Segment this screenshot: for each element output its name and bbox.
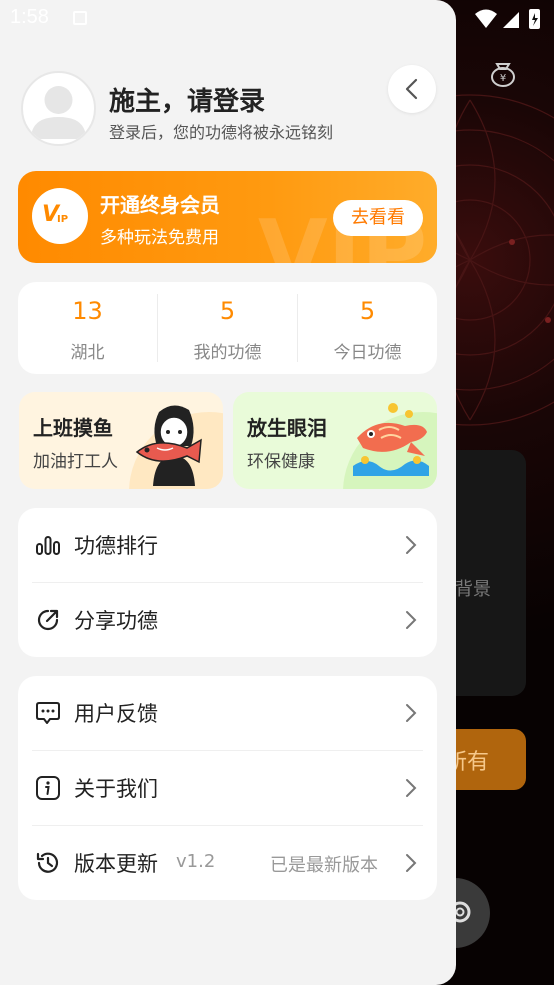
login-header[interactable]: 施主，请登录 登录后，您的功德将被永远铭刻 <box>21 65 441 151</box>
stat-region[interactable]: 13 湖北 <box>18 282 157 374</box>
stat-value: 13 <box>72 297 103 325</box>
chevron-right-icon <box>406 536 417 554</box>
vip-badge-icon: V IP <box>32 188 88 244</box>
menu-user-feedback[interactable]: 用户反馈 <box>18 676 437 750</box>
vip-banner[interactable]: VIP VIP 开通终身会员 多种玩法免费用 去看看 <box>18 171 437 263</box>
menu-label: 用户反馈 <box>74 702 158 726</box>
menu-merit-ranking[interactable]: 功德排行 <box>18 508 437 582</box>
vip-title: 开通终身会员 <box>100 193 220 217</box>
chevron-right-icon <box>406 854 417 872</box>
vip-view-button[interactable]: 去看看 <box>333 200 423 236</box>
login-title[interactable]: 施主，请登录 <box>109 81 265 118</box>
menu-share-merit[interactable]: 分享功德 <box>18 583 437 657</box>
menu-group-1: 功德排行 分享功德 <box>18 508 437 657</box>
avatar[interactable] <box>21 71 96 146</box>
status-time: 1:58 <box>10 6 49 28</box>
promo-slack-off[interactable]: 上班摸鱼 加油打工人 <box>19 392 223 489</box>
info-icon <box>36 776 60 800</box>
status-icons <box>473 6 549 36</box>
promo-release-tears[interactable]: 放生眼泪 环保健康 <box>233 392 437 489</box>
stat-label: 我的功德 <box>193 343 262 363</box>
promo-subtitle: 加油打工人 <box>33 452 118 472</box>
version-number: v1.2 <box>176 851 216 872</box>
menu-label: 分享功德 <box>74 609 158 633</box>
sim-icon <box>73 11 87 25</box>
stat-label: 湖北 <box>70 343 105 363</box>
promo-title: 上班摸鱼 <box>33 416 113 440</box>
chevron-right-icon <box>406 779 417 797</box>
menu-group-2: 用户反馈 关于我们 版本更新 v1.2 已是最新版本 <box>18 676 437 900</box>
status-bar: 1:58 <box>0 0 554 38</box>
update-status: 已是最新版本 <box>270 855 378 876</box>
girl-with-fish-icon <box>135 405 202 486</box>
bar-chart-icon <box>36 536 60 555</box>
signal-icon <box>503 12 519 28</box>
navigation-drawer: 施主，请登录 登录后，您的功德将被永远铭刻 VIP VIP 开通终身会员 多种玩… <box>0 0 456 985</box>
stat-label: 今日功德 <box>333 343 402 363</box>
close-drawer-button[interactable] <box>388 65 436 113</box>
wifi-icon <box>475 9 497 28</box>
koi-fish-icon <box>353 403 429 476</box>
promo-title: 放生眼泪 <box>247 416 327 440</box>
svg-text:¥: ¥ <box>500 73 506 84</box>
chevron-right-icon <box>406 704 417 722</box>
stat-value: 5 <box>219 297 236 325</box>
stat-today-merit[interactable]: 5 今日功德 <box>298 282 437 374</box>
stat-my-merit[interactable]: 5 我的功德 <box>158 282 297 374</box>
vip-subtitle: 多种玩法免费用 <box>100 228 219 248</box>
menu-about-us[interactable]: 关于我们 <box>18 751 437 825</box>
chevron-left-icon <box>405 78 418 100</box>
chevron-right-icon <box>406 611 417 629</box>
background-card-text: 背景 <box>455 579 491 600</box>
stat-value: 5 <box>359 297 376 325</box>
menu-label: 版本更新 <box>74 852 158 876</box>
promo-subtitle: 环保健康 <box>247 452 315 472</box>
share-icon <box>37 609 59 631</box>
menu-label: 功德排行 <box>74 534 158 558</box>
money-bag-icon[interactable]: ¥ <box>488 58 518 92</box>
feedback-icon <box>36 702 60 724</box>
menu-label: 关于我们 <box>74 777 158 801</box>
login-subtitle: 登录后，您的功德将被永远铭刻 <box>109 123 334 142</box>
stats-card: 13 湖北 5 我的功德 5 今日功德 <box>18 282 437 374</box>
history-icon <box>36 852 59 873</box>
menu-version-update[interactable]: 版本更新 v1.2 已是最新版本 <box>18 826 437 900</box>
